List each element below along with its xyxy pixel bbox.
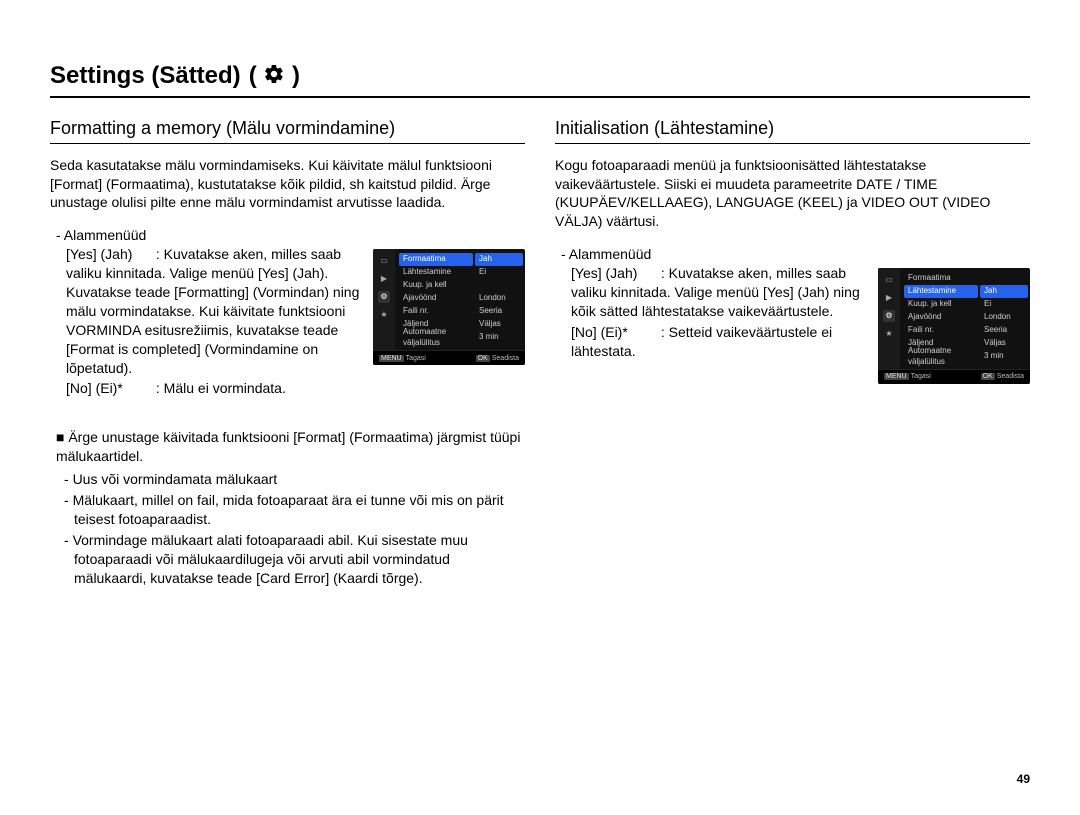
page-title-row: Settings (Sätted) ( ) <box>50 60 1030 92</box>
gear-icon: ⚙ <box>883 310 895 322</box>
menu-row: Kuup. ja kell <box>904 298 980 311</box>
menu-value: Seeria <box>980 324 1028 337</box>
menu-value: Väljas <box>475 318 523 331</box>
left-heading: Formatting a memory (Mälu vormindamine) <box>50 116 525 140</box>
left-note-list: Uus või vormindamata mälukaart Mälukaart,… <box>64 470 525 587</box>
menu-row: Lähtestamine <box>904 285 978 298</box>
menu-row: Ajavöönd <box>904 311 980 324</box>
title-divider <box>50 96 1030 98</box>
left-submenu-label: - Alammenüüd <box>56 226 525 245</box>
menu-value: Jah <box>475 253 523 266</box>
left-submenu-text: [Yes] (Jah) : Kuvatakse aken, milles saa… <box>66 245 363 400</box>
menu-row: Formaatima <box>904 272 980 285</box>
page-title-icon-wrap: ( ) <box>249 60 300 92</box>
list-item: Uus või vormindamata mälukaart <box>74 470 525 489</box>
menu-row: Ajavöönd <box>399 292 475 305</box>
right-submenu-label: - Alammenüüd <box>561 245 1030 264</box>
left-note-lead: ■ Ärge unustage käivitada funktsiooni [F… <box>56 428 525 466</box>
menu-footer: MENUTagasiOKSeadista <box>373 350 525 365</box>
left-column: Formatting a memory (Mälu vormindamine) … <box>50 116 525 589</box>
menu-tab-icon: ▶ <box>883 292 895 304</box>
menu-value: Ei <box>980 298 1028 311</box>
menu-row: Lähtestamine <box>399 266 475 279</box>
right-menu-screenshot: ▭▶⚙★FormaatimaLähtestamineKuup. ja kellA… <box>878 268 1030 384</box>
left-heading-divider <box>50 143 525 144</box>
right-heading: Initialisation (Lähtestamine) <box>555 116 1030 140</box>
menu-value: 3 min <box>475 331 523 344</box>
menu-row: Faili nr. <box>399 305 475 318</box>
menu-value: Ei <box>475 266 523 279</box>
left-menu-screenshot: ▭▶⚙★FormaatimaLähtestamineKuup. ja kellA… <box>373 249 525 365</box>
right-yes-label: [Yes] (Jah) <box>571 264 657 283</box>
list-item: Vormindage mälukaart alati fotoaparaadi … <box>74 531 525 588</box>
menu-row: Kuup. ja kell <box>399 279 475 292</box>
menu-value <box>980 272 1028 285</box>
menu-value <box>475 279 523 292</box>
menu-value: London <box>475 292 523 305</box>
menu-row: Faili nr. <box>904 324 980 337</box>
left-yes-desc: : Kuvatakse aken, milles saab valiku kin… <box>66 246 359 375</box>
menu-value: London <box>980 311 1028 324</box>
menu-value: Jah <box>980 285 1028 298</box>
right-heading-divider <box>555 143 1030 144</box>
page-title: Settings (Sätted) <box>50 60 241 92</box>
right-no-label: [No] (Ei)* <box>571 323 657 342</box>
gear-icon: ⚙ <box>378 291 390 303</box>
menu-row: Automaatne väljalülitus <box>904 350 980 363</box>
menu-row: Formaatima <box>399 253 473 266</box>
gear-icon <box>263 63 285 85</box>
right-column: Initialisation (Lähtestamine) Kogu fotoa… <box>555 116 1030 589</box>
menu-value: Seeria <box>475 305 523 318</box>
right-submenu: - Alammenüüd [Yes] (Jah) : Kuvatakse ake… <box>555 245 1030 384</box>
left-yes-label: [Yes] (Jah) <box>66 245 152 264</box>
menu-tab-icon: ★ <box>883 328 895 340</box>
left-no-label: [No] (Ei)* <box>66 379 152 398</box>
menu-row: Automaatne väljalülitus <box>399 331 475 344</box>
menu-tab-icon: ▶ <box>378 273 390 285</box>
menu-tab-icon: ★ <box>378 309 390 321</box>
page-number: 49 <box>1017 771 1030 787</box>
right-submenu-text: [Yes] (Jah) : Kuvatakse aken, milles saa… <box>571 264 868 362</box>
menu-value: 3 min <box>980 350 1028 363</box>
left-submenu: - Alammenüüd [Yes] (Jah) : Kuvatakse ake… <box>50 226 525 400</box>
menu-footer: MENUTagasiOKSeadista <box>878 369 1030 384</box>
left-intro: Seda kasutatakse mälu vormindamiseks. Ku… <box>50 156 525 213</box>
menu-tab-icon: ▭ <box>378 255 390 267</box>
list-item: Mälukaart, millel on fail, mida fotoapar… <box>74 491 525 529</box>
left-no-desc: : Mälu ei vormindata. <box>156 380 286 396</box>
right-intro: Kogu fotoaparaadi menüü ja funktsioonisä… <box>555 156 1030 232</box>
menu-value: Väljas <box>980 337 1028 350</box>
menu-tab-icon: ▭ <box>883 274 895 286</box>
left-note: ■ Ärge unustage käivitada funktsiooni [F… <box>56 428 525 587</box>
